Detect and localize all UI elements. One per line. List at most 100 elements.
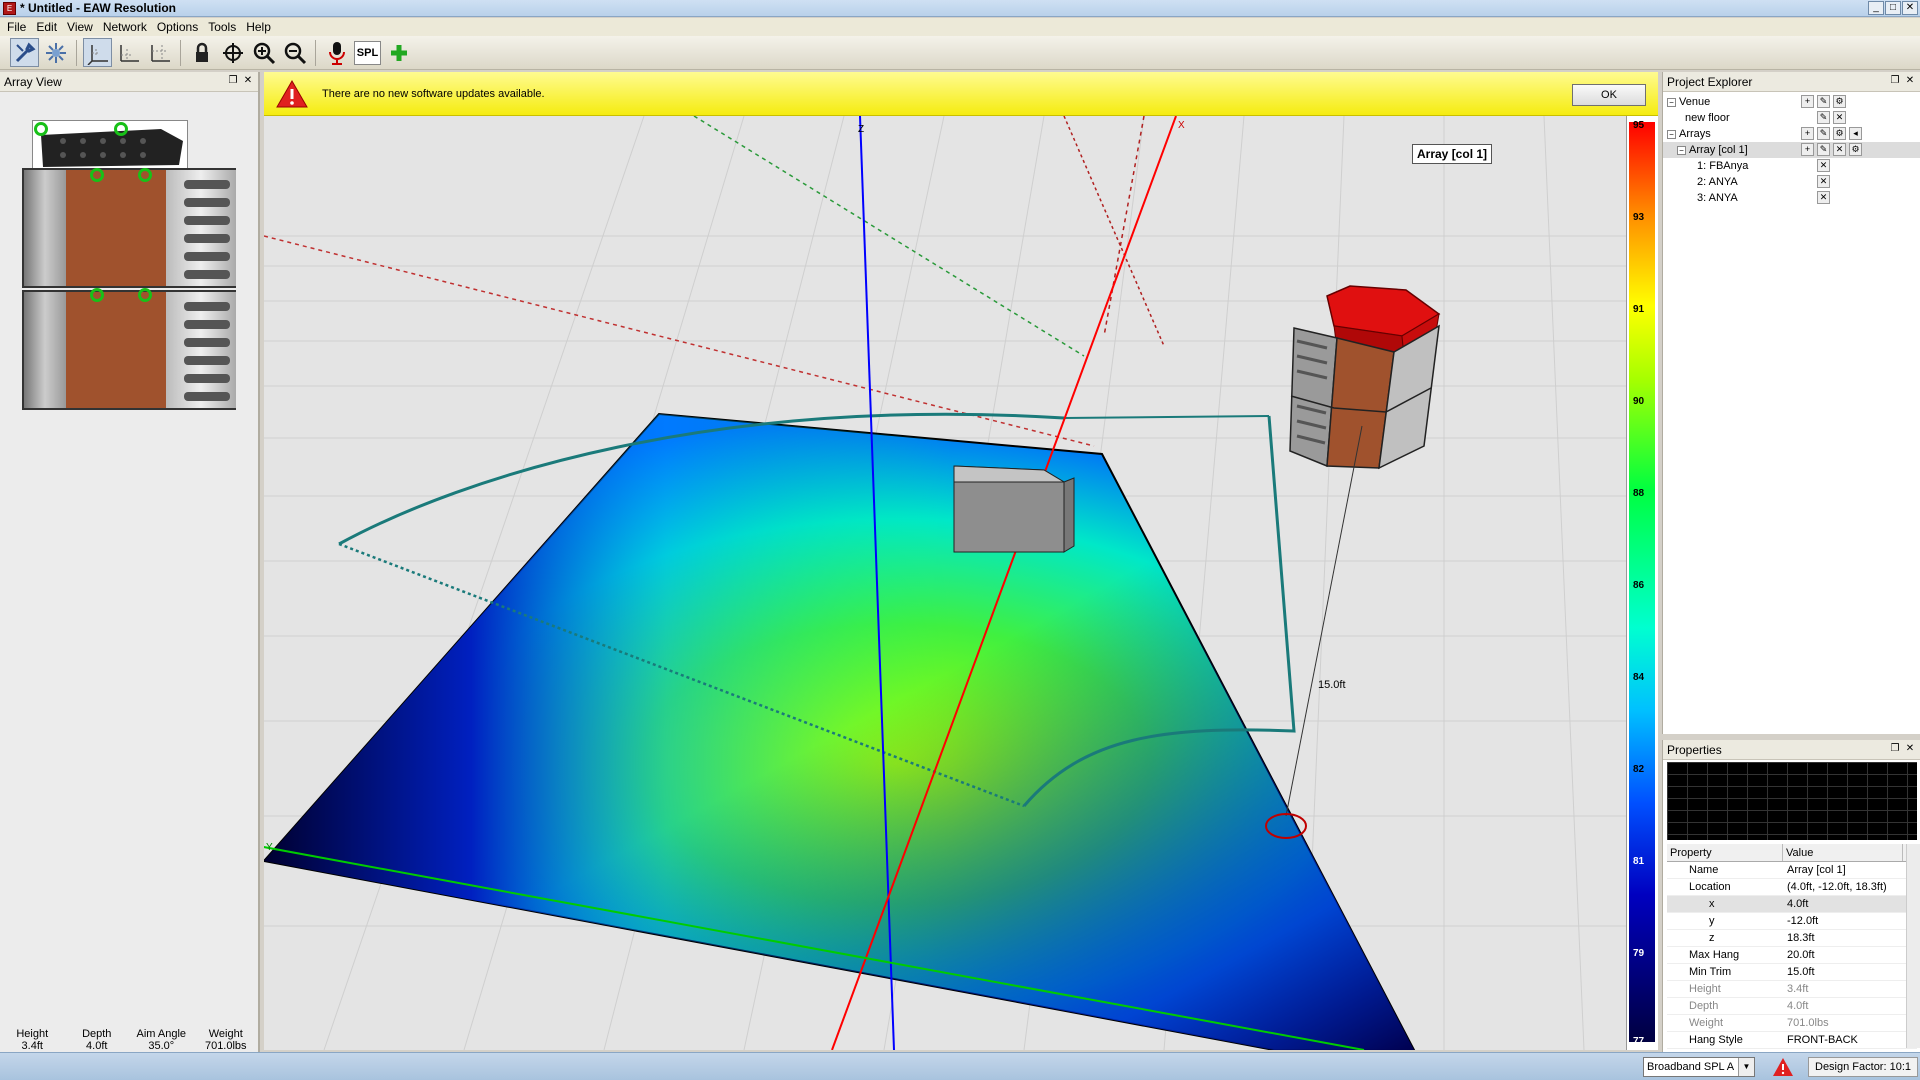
edit-icon[interactable]: ✎ <box>1817 95 1830 108</box>
speaker-array-3d[interactable] <box>1289 285 1441 470</box>
tree-item-array-col-1[interactable]: − Array [col 1] + ✎ ✕ ⚙ <box>1663 142 1920 158</box>
status-bar: Broadband SPL A ▼ Design Factor: 10:1 <box>0 1052 1920 1080</box>
center-button[interactable] <box>218 38 247 67</box>
menu-help[interactable]: Help <box>243 20 278 34</box>
lock-button[interactable] <box>187 38 216 67</box>
array-cabinet-stack[interactable] <box>20 120 236 482</box>
property-row[interactable]: Min Trim 15.0ft <box>1667 964 1917 981</box>
arrow-left-icon[interactable]: ◂ <box>1849 127 1862 140</box>
axis-x-label: X <box>1178 120 1185 131</box>
rigging-point-icon[interactable] <box>34 122 48 136</box>
add-icon[interactable]: + <box>1801 143 1814 156</box>
property-row[interactable]: Hang Style FRONT-BACK <box>1667 1032 1917 1049</box>
scale-label: 90 <box>1633 396 1645 407</box>
toolbar-separator <box>315 39 316 66</box>
axis-xy-icon <box>86 44 108 65</box>
spl-button[interactable]: SPL <box>353 38 382 67</box>
float-panel-icon[interactable]: ❐ <box>1889 75 1901 87</box>
collapse-icon[interactable]: − <box>1667 97 1676 107</box>
zoom-in-button[interactable] <box>249 38 278 67</box>
delete-icon[interactable]: ✕ <box>1817 175 1830 188</box>
menu-view[interactable]: View <box>64 20 100 34</box>
ok-button[interactable]: OK <box>1572 84 1646 106</box>
float-panel-icon[interactable]: ❐ <box>227 75 239 87</box>
property-row[interactable]: Name Array [col 1] <box>1667 862 1917 879</box>
tree-item-new-floor[interactable]: new floor ✎ ✕ <box>1663 110 1920 126</box>
maximize-button[interactable]: □ <box>1885 1 1901 15</box>
tree-item-anya-2[interactable]: 2: ANYA ✕ <box>1663 174 1920 190</box>
microphone-icon <box>328 41 345 65</box>
scale-label: 82 <box>1633 764 1645 775</box>
spec-depth: Depth 4.0ft <box>82 1028 112 1052</box>
edit-icon[interactable]: ✎ <box>1817 127 1830 140</box>
delete-icon[interactable]: ✕ <box>1833 143 1846 156</box>
tree-item-anya-3[interactable]: 3: ANYA ✕ <box>1663 190 1920 206</box>
settings-icon[interactable]: ⚙ <box>1849 143 1862 156</box>
settings-icon[interactable]: ⚙ <box>1833 95 1846 108</box>
float-panel-icon[interactable]: ❐ <box>1889 743 1901 755</box>
view-xz-button[interactable] <box>114 38 143 67</box>
rigging-point-icon[interactable] <box>138 288 152 302</box>
rigging-point-icon[interactable] <box>90 168 104 182</box>
property-row[interactable]: x 4.0ft <box>1667 896 1917 913</box>
property-row[interactable]: z 18.3ft <box>1667 930 1917 947</box>
scale-label: 81 <box>1633 856 1645 867</box>
edit-icon[interactable]: ✎ <box>1817 111 1830 124</box>
menu-edit[interactable]: Edit <box>33 20 64 34</box>
zoom-out-button[interactable] <box>280 38 309 67</box>
menu-network[interactable]: Network <box>100 20 154 34</box>
warning-icon[interactable] <box>1772 1057 1794 1077</box>
property-row[interactable]: y -12.0ft <box>1667 913 1917 930</box>
title-bar: E * Untitled - EAW Resolution _ □ ✕ <box>0 0 1920 17</box>
menu-bar: File Edit View Network Options Tools Hel… <box>0 18 1920 36</box>
array-view-header: Array View ❐ ✕ <box>0 72 258 92</box>
cabinet-1[interactable] <box>22 168 236 288</box>
close-button[interactable]: ✕ <box>1902 1 1918 15</box>
menu-options[interactable]: Options <box>154 20 205 34</box>
cabinet-2[interactable] <box>22 290 236 410</box>
property-row[interactable]: Location (4.0ft, -12.0ft, 18.3ft) <box>1667 879 1917 896</box>
menu-file[interactable]: File <box>4 20 33 34</box>
property-row[interactable]: Max Hang 20.0ft <box>1667 947 1917 964</box>
rigging-point-icon[interactable] <box>90 288 104 302</box>
delete-icon[interactable]: ✕ <box>1817 159 1830 172</box>
add-icon[interactable]: + <box>1801 127 1814 140</box>
rigging-point-icon[interactable] <box>114 122 128 136</box>
add-icon[interactable]: + <box>1801 95 1814 108</box>
add-button[interactable] <box>384 38 413 67</box>
view-xy-button[interactable] <box>83 38 112 67</box>
view-yz-button[interactable] <box>145 38 174 67</box>
close-panel-icon[interactable]: ✕ <box>242 75 254 87</box>
array-view-panel: Array View ❐ ✕ Height 3.4ft Depth 4.0ft Ai… <box>0 72 260 1052</box>
tree-item-arrays[interactable]: − Arrays + ✎ ⚙ ◂ <box>1663 126 1920 142</box>
toolbar: SPL <box>0 36 1920 70</box>
minimize-button[interactable]: _ <box>1868 1 1884 15</box>
rigging-point-icon[interactable] <box>138 168 152 182</box>
menu-tools[interactable]: Tools <box>205 20 243 34</box>
tools-button[interactable] <box>10 38 39 67</box>
venue-box[interactable] <box>953 465 1075 553</box>
delete-icon[interactable]: ✕ <box>1817 191 1830 204</box>
collapse-icon[interactable]: − <box>1667 129 1676 139</box>
tools-icon <box>15 41 36 62</box>
edit-icon[interactable]: ✎ <box>1817 143 1830 156</box>
network-button[interactable] <box>41 38 70 67</box>
toolbar-separator <box>76 39 77 66</box>
spec-height: Height 3.4ft <box>16 1028 49 1052</box>
3d-viewport[interactable]: Z X Y 15.0ft <box>264 116 1626 1050</box>
lock-icon <box>195 42 208 62</box>
zoom-in-icon <box>253 42 275 64</box>
microphone-button[interactable] <box>322 38 351 67</box>
collapse-icon[interactable]: − <box>1677 145 1686 155</box>
tree-item-fbanya[interactable]: 1: FBAnya ✕ <box>1663 158 1920 174</box>
close-panel-icon[interactable]: ✕ <box>1904 743 1916 755</box>
close-panel-icon[interactable]: ✕ <box>1904 75 1916 87</box>
delete-icon[interactable]: ✕ <box>1833 111 1846 124</box>
dimension-label: 15.0ft <box>1318 679 1346 691</box>
design-factor: Design Factor: 10:1 <box>1808 1057 1918 1077</box>
tree-item-venue[interactable]: − Venue + ✎ ⚙ <box>1663 94 1920 110</box>
spl-mode-select[interactable]: Broadband SPL A ▼ <box>1643 1057 1755 1077</box>
settings-icon[interactable]: ⚙ <box>1833 127 1846 140</box>
properties-scrollbar[interactable] <box>1906 844 1920 1048</box>
array-view-title: Array View <box>4 74 62 89</box>
